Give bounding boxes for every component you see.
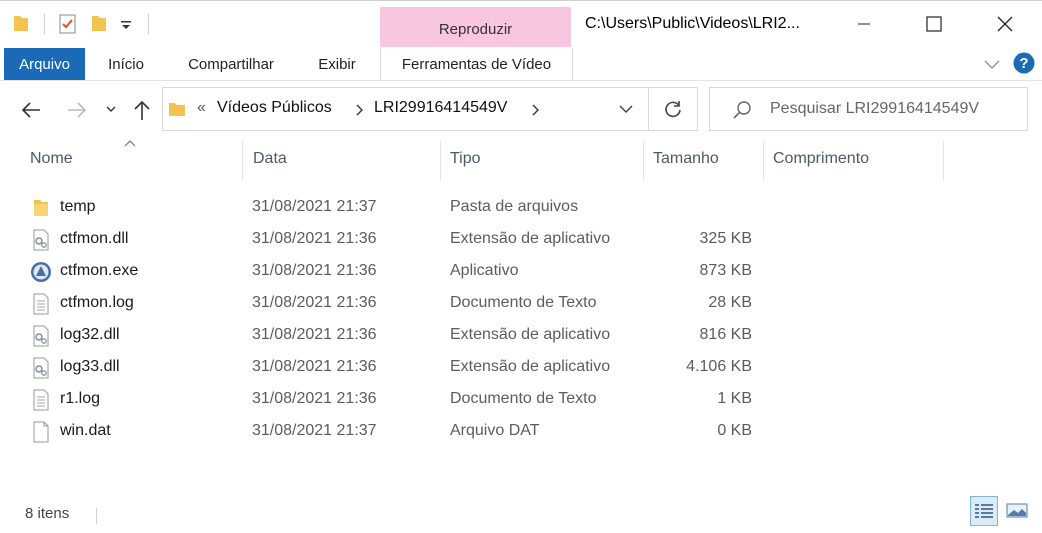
svg-text:?: ?: [1019, 55, 1028, 72]
breadcrumb-overflow[interactable]: «: [197, 99, 206, 117]
column-header-tipo[interactable]: Tipo: [450, 150, 481, 168]
sort-ascending-icon: [124, 140, 136, 147]
text-file-icon: [30, 293, 52, 315]
refresh-icon: [665, 101, 681, 118]
dll-file-icon: [30, 229, 52, 251]
search-box[interactable]: Pesquisar LRI29916414549V: [709, 87, 1028, 131]
refresh-button[interactable]: [649, 87, 698, 131]
exe-app-icon: [30, 261, 52, 283]
search-input[interactable]: Pesquisar LRI29916414549V: [770, 100, 979, 118]
file-row[interactable]: log32.dll 31/08/2021 21:36 Extensão de apl…: [20, 320, 780, 352]
properties-icon[interactable]: [58, 13, 78, 35]
file-row[interactable]: log33.dll 31/08/2021 21:36 Extensão de apl…: [20, 352, 780, 384]
maximize-icon: [926, 16, 942, 32]
file-size: 1 KB: [717, 390, 752, 407]
up-icon[interactable]: [132, 99, 152, 121]
tab-arquivo[interactable]: Arquivo: [4, 48, 85, 80]
column-header-data[interactable]: Data: [253, 150, 287, 168]
file-row[interactable]: ctfmon.exe 31/08/2021 21:36 Aplicativo 873 …: [20, 256, 780, 288]
file-name: temp: [60, 198, 96, 215]
file-type: Arquivo DAT: [450, 422, 540, 439]
file-type: Documento de Texto: [450, 390, 597, 407]
forward-icon[interactable]: [66, 100, 88, 120]
file-date: 31/08/2021 21:36: [252, 390, 377, 407]
file-name: log33.dll: [60, 358, 120, 375]
file-size: 873 KB: [699, 262, 752, 279]
minimize-button[interactable]: [829, 1, 899, 47]
title-bar: Reproduzir C:\Users\Public\Videos\LRI2..…: [0, 0, 1042, 49]
tab-exibir[interactable]: Exibir: [302, 48, 372, 80]
column-header-comprimento[interactable]: Comprimento: [773, 150, 869, 168]
file-row[interactable]: r1.log 31/08/2021 21:36 Documento de Texto…: [20, 384, 780, 416]
search-icon: [733, 101, 751, 119]
context-tab-label: Reproduzir: [438, 21, 513, 38]
details-view-icon: [975, 504, 993, 518]
customize-dropdown-icon[interactable]: [120, 19, 132, 31]
details-view-button[interactable]: [970, 496, 998, 526]
new-folder-icon[interactable]: [90, 13, 108, 33]
file-date: 31/08/2021 21:37: [252, 422, 377, 439]
file-name: ctfmon.dll: [60, 230, 129, 247]
maximize-button[interactable]: [899, 1, 969, 47]
chevron-right-icon[interactable]: [531, 104, 539, 116]
close-icon: [997, 16, 1013, 32]
ribbon-tabs: Arquivo Início Compartilhar Exibir Ferra…: [0, 48, 1042, 81]
column-header-tamanho[interactable]: Tamanho: [653, 150, 719, 168]
file-name: win.dat: [60, 422, 111, 439]
file-type: Aplicativo: [450, 262, 519, 279]
file-size: 816 KB: [699, 326, 752, 343]
chevron-right-icon[interactable]: [355, 104, 363, 116]
file-size: 325 KB: [699, 230, 752, 247]
folder-icon: [30, 197, 52, 219]
file-row[interactable]: temp 31/08/2021 21:37 Pasta de arquivos: [20, 192, 780, 224]
folder-icon: [169, 103, 185, 116]
file-date: 31/08/2021 21:37: [252, 198, 377, 215]
file-date: 31/08/2021 21:36: [252, 294, 377, 311]
help-icon[interactable]: ?: [1013, 52, 1035, 74]
file-size: 28 KB: [708, 294, 752, 311]
text-file-icon: [30, 389, 52, 411]
file-row[interactable]: ctfmon.log 31/08/2021 21:36 Documento de T…: [20, 288, 780, 320]
minimize-icon: [858, 23, 870, 25]
back-icon[interactable]: [20, 100, 42, 120]
tab-compartilhar[interactable]: Compartilhar: [172, 48, 290, 80]
address-bar[interactable]: « Vídeos Públicos LRI29916414549V: [162, 87, 649, 131]
file-date: 31/08/2021 21:36: [252, 230, 377, 247]
tab-ferramentas-de-video[interactable]: Ferramentas de Vídeo: [380, 48, 573, 80]
file-name: log32.dll: [60, 326, 120, 343]
file-name: r1.log: [60, 390, 101, 407]
dll-file-icon: [30, 325, 52, 347]
folder-icon: [14, 16, 28, 31]
file-date: 31/08/2021 21:36: [252, 262, 377, 279]
file-type: Pasta de arquivos: [450, 198, 579, 215]
chevron-down-icon[interactable]: [619, 104, 633, 114]
recent-locations-icon[interactable]: [105, 104, 117, 114]
file-type: Documento de Texto: [450, 294, 597, 311]
file-date: 31/08/2021 21:36: [252, 326, 377, 343]
context-tab-reproduzir[interactable]: Reproduzir: [380, 7, 571, 47]
file-name: ctfmon.log: [60, 294, 134, 311]
breadcrumb-current-folder[interactable]: LRI29916414549V: [374, 99, 507, 117]
item-count: 8 itens: [25, 505, 70, 522]
blank-file-icon: [30, 421, 52, 443]
large-icons-view-button[interactable]: [1003, 496, 1031, 526]
close-button[interactable]: [970, 1, 1040, 47]
file-size: 4.106 KB: [686, 358, 752, 375]
file-row[interactable]: ctfmon.dll 31/08/2021 21:36 Extensão de ap…: [20, 224, 780, 256]
status-bar: 8 itens: [0, 498, 1042, 533]
file-name: ctfmon.exe: [60, 262, 139, 279]
tab-inicio[interactable]: Início: [92, 48, 160, 80]
breadcrumb-videos-publicos[interactable]: Vídeos Públicos: [217, 99, 332, 117]
column-header-nome[interactable]: Nome: [30, 150, 73, 168]
file-date: 31/08/2021 21:36: [252, 358, 377, 375]
window-title: C:\Users\Public\Videos\LRI2...: [585, 15, 800, 32]
expand-ribbon-icon[interactable]: [983, 57, 1001, 71]
file-size: 0 KB: [717, 422, 752, 439]
file-row[interactable]: win.dat 31/08/2021 21:37 Arquivo DAT 0 KB: [20, 416, 780, 448]
dll-file-icon: [30, 357, 52, 379]
large-icons-view-icon: [1006, 503, 1028, 518]
